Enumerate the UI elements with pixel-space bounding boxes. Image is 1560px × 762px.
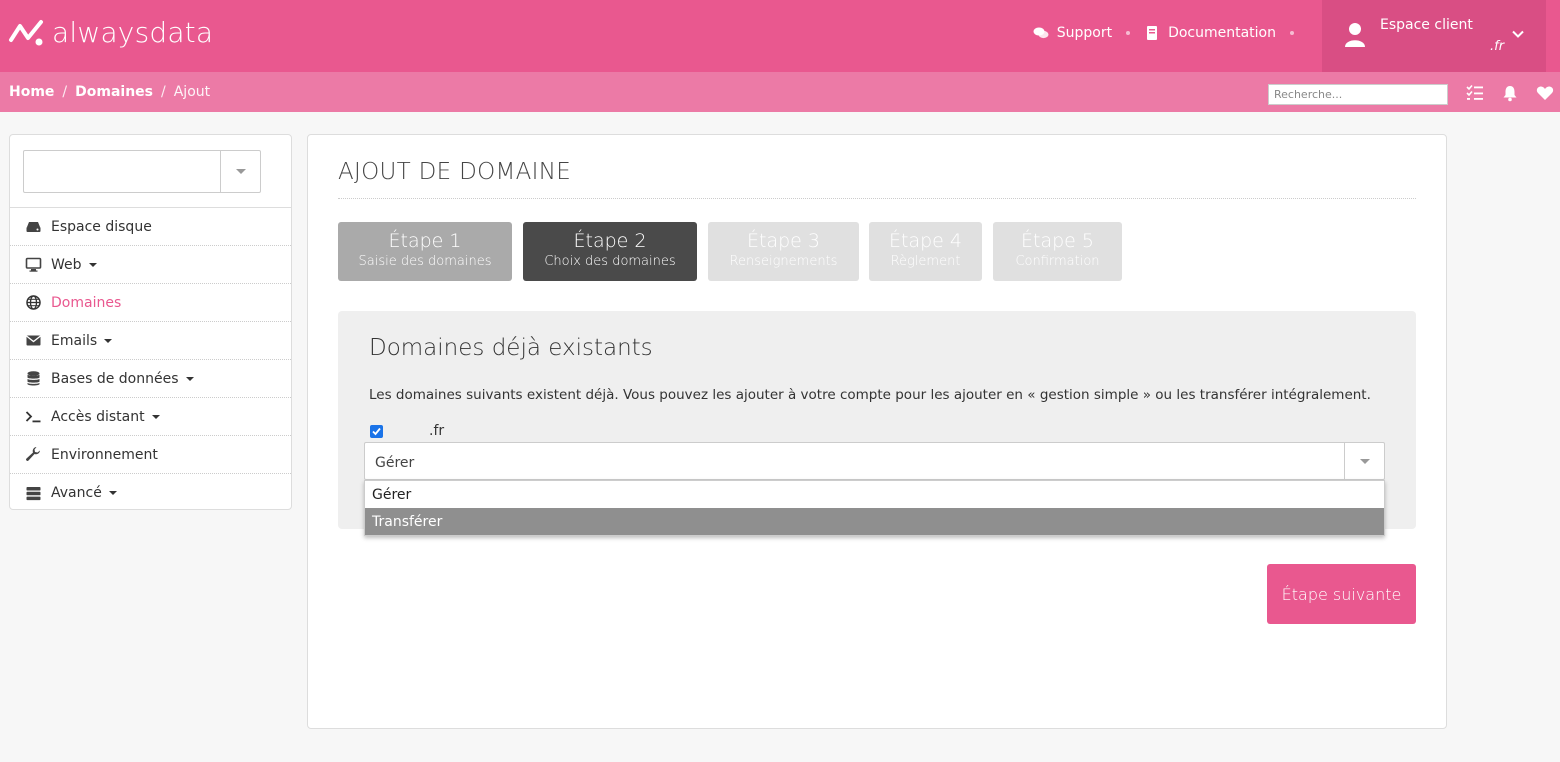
logo-icon — [9, 19, 43, 45]
sidebar-item-label: Environnement — [51, 446, 158, 463]
step-2[interactable]: Étape 2 Choix des domaines — [523, 222, 697, 281]
database-icon — [27, 371, 40, 386]
caret-down-icon — [104, 338, 113, 343]
support-label: Support — [1056, 25, 1113, 41]
option-gerer[interactable]: Gérer — [365, 481, 1384, 508]
checkmark-icon — [372, 427, 381, 436]
envelope-icon — [26, 335, 41, 346]
existing-domains-title: Domaines déjà existants — [369, 335, 653, 361]
chat-icon — [1033, 27, 1049, 39]
existing-domains-description: Les domaines suivants existent déjà. Vou… — [369, 387, 1371, 403]
sidebar-item-label: Accès distant — [51, 408, 145, 425]
sidebar-item-emails[interactable]: Emails — [10, 322, 291, 360]
step-number: Étape 5 — [1021, 230, 1094, 252]
breadcrumb-home[interactable]: Home — [9, 84, 54, 100]
step-label: Confirmation — [1015, 254, 1100, 269]
disk-icon — [26, 222, 41, 232]
step-number: Étape 4 — [889, 230, 962, 252]
breadcrumb-domaines[interactable]: Domaines — [75, 84, 153, 100]
separator-dot — [1290, 31, 1294, 35]
sidebar-item-label: Web — [51, 256, 82, 273]
sidebar-item-environnement[interactable]: Environnement — [10, 436, 291, 474]
sidebar-item-label: Espace disque — [51, 218, 152, 235]
sidebar-item-bases-de-donnees[interactable]: Bases de données — [10, 360, 291, 398]
sidebar-item-avance[interactable]: Avancé — [10, 474, 291, 512]
sidebar-item-espace-disque[interactable]: Espace disque — [10, 208, 291, 246]
documentation-link[interactable]: Documentation — [1144, 25, 1276, 41]
sidebar-item-web[interactable]: Web — [10, 246, 291, 284]
caret-down-icon — [88, 262, 97, 267]
monitor-icon — [25, 257, 42, 272]
sidebar-item-acces-distant[interactable]: Accès distant — [10, 398, 291, 436]
domain-name: .fr — [429, 423, 445, 439]
caret-down-icon — [151, 414, 160, 419]
sidebar: Espace disque Web Domaines Emails Bases … — [9, 134, 292, 510]
domain-checkbox[interactable] — [370, 425, 383, 438]
caret-down-icon — [1360, 459, 1370, 464]
book-icon — [1147, 26, 1158, 40]
account-menu[interactable]: Espace client .fr — [1322, 0, 1546, 72]
bell-icon[interactable] — [1501, 84, 1519, 102]
select-toggle[interactable] — [1344, 443, 1384, 479]
step-1[interactable]: Étape 1 Saisie des domaines — [338, 222, 512, 281]
terminal-icon — [25, 411, 41, 423]
option-transferer[interactable]: Transférer — [365, 508, 1384, 535]
separator-dot — [1126, 31, 1131, 35]
caret-down-icon — [108, 491, 117, 495]
step-label: Règlement — [890, 254, 961, 269]
page-title: AJOUT DE DOMAINE — [338, 159, 572, 185]
domain-action-dropdown: Gérer Transférer — [364, 480, 1385, 536]
account-title: Espace client — [1380, 17, 1473, 33]
globe-icon — [26, 295, 41, 310]
top-links: Support Documentation — [1033, 25, 1308, 41]
sidebar-item-label: Avancé — [51, 485, 102, 501]
support-link[interactable]: Support — [1033, 25, 1112, 41]
breadcrumb-separator: / — [161, 84, 166, 100]
sidebar-item-domaines[interactable]: Domaines — [10, 284, 291, 322]
brand-name: alwaysdata — [52, 16, 214, 49]
step-label: Choix des domaines — [544, 254, 676, 269]
documentation-label: Documentation — [1168, 25, 1276, 41]
existing-domains-panel: Domaines déjà existants Les domaines sui… — [338, 311, 1416, 536]
user-icon — [1345, 23, 1365, 47]
search-input[interactable] — [1268, 84, 1448, 105]
brand-logo[interactable]: alwaysdata — [8, 16, 213, 49]
step-4: Étape 4 Règlement — [869, 222, 982, 281]
account-selector[interactable] — [23, 150, 261, 193]
step-number: Étape 2 — [573, 230, 647, 252]
step-number: Étape 1 — [388, 230, 462, 252]
select-value: Gérer — [375, 455, 415, 471]
caret-down-icon — [185, 376, 194, 381]
breadcrumb: Home / Domaines / Ajout — [9, 84, 210, 100]
title-divider — [338, 198, 1416, 199]
sidebar-item-label: Bases de données — [51, 370, 179, 387]
breadcrumb-bar: Home / Domaines / Ajout — [0, 72, 1560, 112]
breadcrumb-separator: / — [62, 84, 68, 100]
sidebar-item-label: Domaines — [51, 294, 122, 311]
account-subtitle: .fr — [1490, 39, 1505, 54]
tasks-icon[interactable] — [1466, 84, 1484, 102]
selector-toggle[interactable] — [220, 151, 260, 192]
heart-icon[interactable] — [1536, 84, 1554, 102]
sidebar-item-label: Emails — [51, 332, 98, 349]
main-panel: AJOUT DE DOMAINE Étape 1 Saisie des doma… — [307, 134, 1447, 729]
step-label: Renseignements — [729, 254, 838, 269]
step-5: Étape 5 Confirmation — [993, 222, 1122, 281]
top-header: alwaysdata Support Documentation Espace … — [0, 0, 1560, 72]
step-3: Étape 3 Renseignements — [708, 222, 859, 281]
caret-down-icon — [236, 169, 246, 174]
step-number: Étape 3 — [747, 230, 820, 252]
step-label: Saisie des domaines — [358, 254, 492, 269]
breadcrumb-current: Ajout — [173, 84, 211, 100]
next-step-button[interactable]: Étape suivante — [1267, 564, 1416, 624]
chevron-down-icon — [1512, 30, 1524, 38]
sidebar-menu: Espace disque Web Domaines Emails Bases … — [10, 207, 291, 512]
domain-action-select[interactable]: Gérer — [364, 442, 1385, 480]
server-icon — [26, 486, 41, 500]
wrench-icon — [26, 447, 40, 461]
